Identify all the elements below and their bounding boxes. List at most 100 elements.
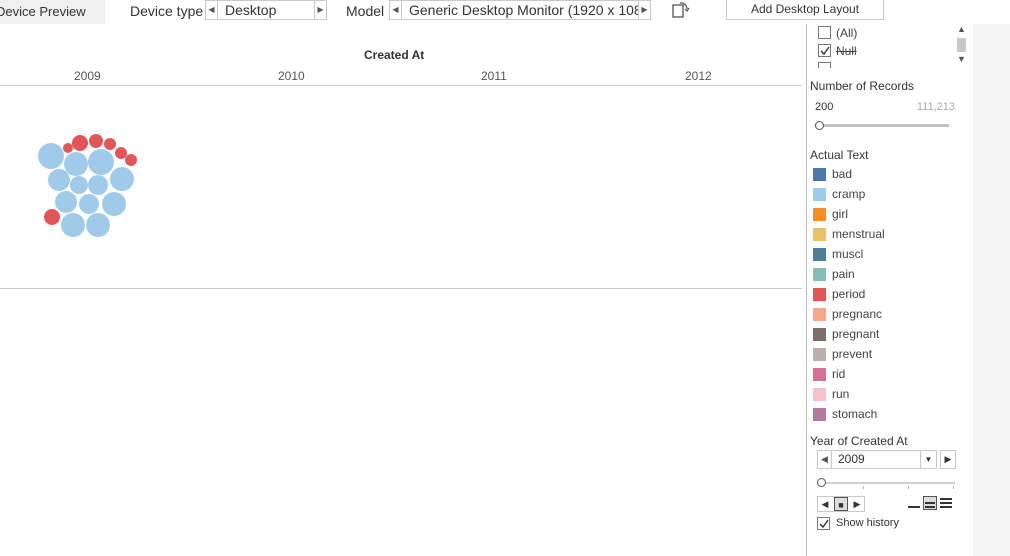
bubble-chart [38,134,137,237]
bubble-period[interactable] [72,135,88,151]
scroll-thumb[interactable] [957,38,966,52]
chevron-left-icon[interactable]: ◀ [206,1,218,19]
speed-fast-icon[interactable] [939,496,953,510]
chevron-left-icon[interactable]: ◀ [818,451,832,468]
model-value: Generic Desktop Monitor (1920 x 1080 [409,2,639,18]
bubble-cramp[interactable] [48,169,70,191]
legend-label: cramp [832,187,866,201]
add-desktop-layout-button[interactable]: Add Desktop Layout [726,0,884,20]
number-of-records-title: Number of Records [810,79,915,93]
bubble-period[interactable] [89,134,103,148]
dropdown-arrow-icon[interactable]: ▼ [920,451,936,468]
legend-label: pregnant [832,327,880,341]
speed-slow-icon[interactable] [907,496,921,510]
filters-panel: (All) Null ▲ ▼ Number of Records 200 111… [807,24,973,556]
device-preview-tab[interactable]: Device Preview [0,0,105,24]
legend-item-run[interactable]: run [813,387,963,403]
bubble-period[interactable] [104,138,116,150]
model-select[interactable]: ◀ Generic Desktop Monitor (1920 x 1080 ▶ [389,0,651,20]
records-slider-handle[interactable] [815,121,824,130]
legend-label: pregnanc [832,307,883,321]
step-back-icon[interactable]: ◀ [818,497,832,511]
bubble-period[interactable] [63,143,73,153]
bubble-cramp[interactable] [102,192,126,216]
legend-swatch [813,388,826,401]
records-slider-track[interactable] [819,124,949,127]
device-type-label: Device type [130,3,204,19]
bubble-period[interactable] [115,147,127,159]
filter-scrollbar[interactable]: ▲ ▼ [955,24,966,68]
legend-item-bad[interactable]: bad [813,167,963,183]
legend-label: pain [832,267,855,281]
chevron-left-icon[interactable]: ◀ [390,1,402,19]
bubble-cramp[interactable] [55,191,77,213]
bubble-cramp[interactable] [70,176,88,194]
legend-swatch [813,208,826,221]
chevron-right-icon[interactable]: ▶ [314,1,326,19]
year-slider-handle[interactable] [817,478,826,487]
bubble-cramp[interactable] [86,213,110,237]
legend-swatch [813,228,826,241]
scroll-up-icon[interactable]: ▲ [957,24,966,34]
check-icon [820,46,830,56]
legend-label: prevent [832,347,873,361]
rotate-device-icon[interactable] [670,0,690,20]
playback-controls: ◀ ■ ▶ [817,496,865,512]
bubble-cramp[interactable] [61,213,85,237]
speed-medium-icon[interactable] [923,496,937,510]
show-history-checkbox[interactable] [817,517,830,530]
filter-checkbox-partial[interactable] [818,62,831,68]
legend-item-pregnant[interactable]: pregnant [813,327,963,343]
legend-item-menstrual[interactable]: menstrual [813,227,963,243]
year-slider-track[interactable] [821,482,955,484]
bubble-period[interactable] [44,209,60,225]
legend-item-muscl[interactable]: muscl [813,247,963,263]
stop-icon[interactable]: ■ [834,497,848,511]
legend-swatch [813,248,826,261]
year-slider-tick [953,486,954,489]
device-preview-title: Device Preview [0,4,86,19]
legend-label: girl [832,207,849,221]
legend-item-pain[interactable]: pain [813,267,963,283]
bubble-cramp[interactable] [88,149,114,175]
year-filter-title: Year of Created At [810,434,908,448]
legend-item-rid[interactable]: rid [813,367,963,383]
legend-item-prevent[interactable]: prevent [813,347,963,363]
bubble-period[interactable] [125,154,137,166]
chevron-right-icon[interactable]: ▶ [638,1,650,19]
legend-item-period[interactable]: period [813,287,963,303]
legend-label: menstrual [832,227,885,241]
legend-item-girl[interactable]: girl [813,207,963,223]
legend-item-cramp[interactable]: cramp [813,187,963,203]
legend-swatch [813,268,826,281]
legend-label: muscl [832,247,864,261]
filter-checkbox-null[interactable] [818,44,831,57]
play-icon[interactable]: ▶ [850,497,864,511]
legend-label: rid [832,367,846,381]
legend-swatch [813,188,826,201]
legend-label: run [832,387,850,401]
bubble-cramp[interactable] [64,152,88,176]
filter-label-all: (All) [836,26,858,40]
records-max-value[interactable]: 111,213 [917,101,955,113]
filter-label-null: Null [836,44,857,58]
device-type-select[interactable]: ◀ Desktop ▶ [205,0,327,20]
bubble-cramp[interactable] [110,167,134,191]
legend-item-pregnanc[interactable]: pregnanc [813,307,963,323]
bubble-cramp[interactable] [88,175,108,195]
bubble-cramp[interactable] [38,143,64,169]
legend-item-stomach[interactable]: stomach [813,407,963,423]
year-slider-tick [908,486,909,489]
filter-checkbox-all[interactable] [818,26,831,39]
next-year-button[interactable]: ▶ [940,450,956,469]
check-icon [819,519,829,529]
year-slider-tick [863,486,864,489]
legend-title: Actual Text [810,148,869,162]
device-type-value: Desktop [225,2,277,18]
records-min-value[interactable]: 200 [815,101,833,113]
scroll-down-icon[interactable]: ▼ [957,54,966,64]
bubble-cramp[interactable] [79,194,99,214]
year-dropdown[interactable]: ◀ 2009 ▼ [817,450,937,469]
playback-speed [907,496,957,512]
show-history-label: Show history [836,517,899,529]
